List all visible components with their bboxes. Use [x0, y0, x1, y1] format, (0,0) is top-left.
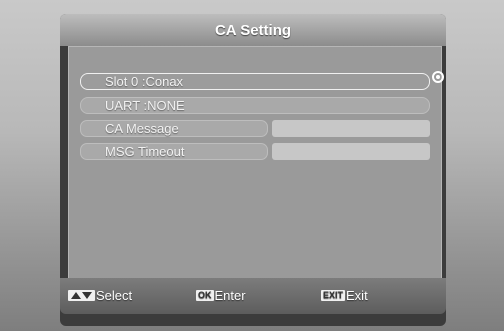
menu-item-slot[interactable]: Slot 0 :Conax [80, 73, 430, 90]
menu-item-ca-message-label: CA Message [80, 120, 268, 137]
menu-item-msg-timeout-value[interactable] [272, 143, 430, 160]
menu-item-msg-timeout[interactable]: MSG Timeout [80, 143, 430, 160]
menu-item-ca-message-value[interactable] [272, 120, 430, 137]
menu-item-uart[interactable]: UART :NONE [80, 97, 430, 114]
hint-exit-label: Exit [346, 288, 368, 303]
hint-select-label: Select [96, 288, 133, 303]
hint-enter[interactable]: OK Enter [196, 288, 246, 303]
exit-key-icon: EXIT [321, 290, 346, 301]
up-down-arrows-icon [68, 290, 95, 301]
window-title: CA Setting [60, 14, 446, 46]
hint-select[interactable]: Select [68, 288, 132, 303]
ok-key-icon: OK [196, 290, 214, 301]
selected-radio-icon [432, 71, 444, 83]
hint-enter-label: Enter [214, 288, 246, 303]
menu-item-uart-label: UART :NONE [80, 97, 430, 114]
menu-item-ca-message[interactable]: CA Message [80, 120, 430, 137]
hint-exit[interactable]: EXIT Exit [321, 288, 368, 303]
menu-item-msg-timeout-label: MSG Timeout [80, 143, 268, 160]
menu-item-slot-label: Slot 0 :Conax [80, 73, 430, 90]
